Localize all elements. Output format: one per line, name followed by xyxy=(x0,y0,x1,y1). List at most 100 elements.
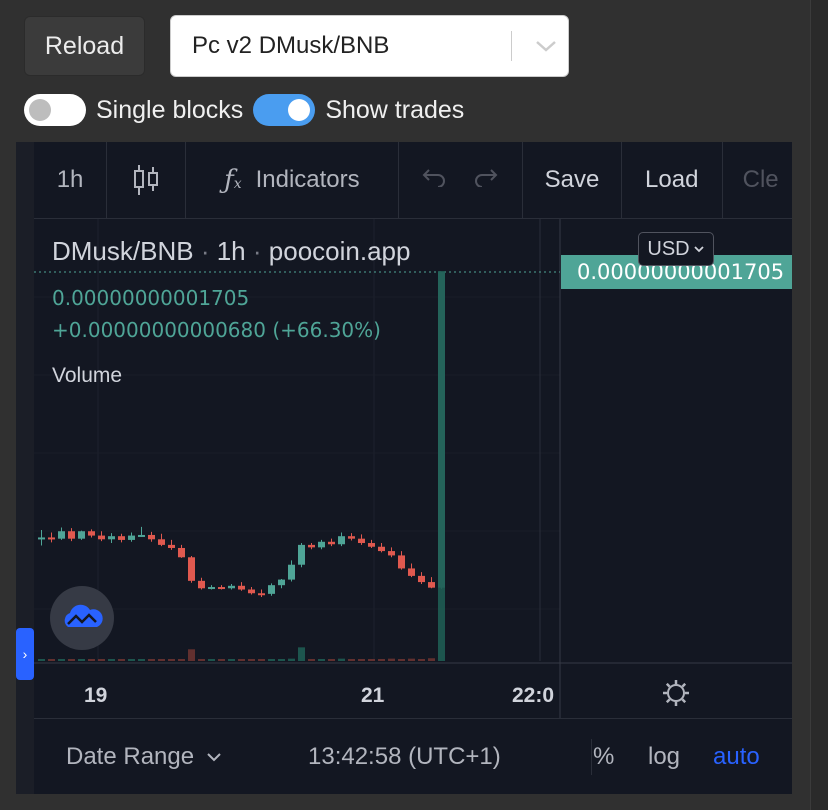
indicators-label: Indicators xyxy=(255,166,360,193)
window-edge xyxy=(810,0,828,810)
candle-body xyxy=(138,534,145,537)
volume-bar xyxy=(438,271,445,661)
volume-bar xyxy=(348,659,355,661)
volume-bar xyxy=(238,659,245,661)
reload-button[interactable]: Reload xyxy=(24,16,145,76)
interval-button[interactable]: 1h xyxy=(34,142,108,218)
auto-scale-toggle[interactable]: auto xyxy=(713,719,760,795)
volume-bar xyxy=(408,658,415,661)
volume-bar xyxy=(358,659,365,661)
select-divider xyxy=(511,31,512,61)
candle-body xyxy=(408,568,415,576)
candle-body xyxy=(158,539,165,545)
candle-body xyxy=(218,587,225,590)
legend-separator: · xyxy=(200,236,210,266)
show-trades-label: Show trades xyxy=(325,95,465,124)
load-button[interactable]: Load xyxy=(622,142,723,218)
candle-body xyxy=(68,531,75,539)
time-axis-label-19: 19 xyxy=(84,684,108,707)
candle-body xyxy=(48,537,55,540)
volume-legend-label: Volume xyxy=(52,364,123,387)
expand-panel-handle[interactable]: › xyxy=(16,628,34,680)
candle-body xyxy=(298,544,305,565)
candle-body xyxy=(188,557,195,581)
candle-body xyxy=(388,551,395,556)
show-trades-toggle[interactable] xyxy=(253,94,316,126)
candle-body xyxy=(88,531,95,536)
chevron-down-icon xyxy=(693,246,704,253)
candle-body xyxy=(98,535,105,540)
settings-gear-icon[interactable] xyxy=(661,678,691,708)
currency-selector[interactable]: USD xyxy=(638,232,714,266)
candle-body xyxy=(148,534,155,540)
candle-body xyxy=(118,536,125,540)
toggle-row: Single blocks Show trades xyxy=(24,92,474,128)
candle-body xyxy=(128,535,135,540)
volume-bar xyxy=(108,659,115,661)
legend-separator: · xyxy=(252,236,262,266)
single-blocks-toggle[interactable] xyxy=(24,94,86,126)
volume-bar xyxy=(208,659,215,661)
time-axis-label-21: 21 xyxy=(361,684,385,707)
volume-bar xyxy=(228,659,235,661)
volume-bar xyxy=(58,659,65,661)
candle-body xyxy=(308,544,315,548)
candlestick-icon[interactable] xyxy=(107,142,187,218)
volume-bar xyxy=(388,658,395,661)
volume-bar xyxy=(198,659,205,661)
volume-bar xyxy=(248,659,255,661)
volume-bar xyxy=(368,659,375,661)
volume-bar xyxy=(118,659,125,661)
tradingview-logo-icon[interactable] xyxy=(50,586,114,650)
log-scale-toggle[interactable]: log xyxy=(648,719,680,795)
undo-icon[interactable] xyxy=(421,166,447,194)
volume-bar xyxy=(178,659,185,661)
volume-bar xyxy=(98,659,105,661)
percent-scale-toggle[interactable]: % xyxy=(593,719,614,795)
candle-body xyxy=(418,575,425,583)
volume-bar xyxy=(138,659,145,661)
indicators-button[interactable]: ƒx Indicators xyxy=(186,142,399,218)
date-range-label: Date Range xyxy=(66,743,195,770)
candle-body xyxy=(428,582,435,588)
pair-select-value: Pc v2 DMusk/BNB xyxy=(192,32,390,59)
redo-icon[interactable] xyxy=(473,166,499,194)
volume-bar xyxy=(168,659,175,661)
clock-display[interactable]: 13:42:58 (UTC+1) xyxy=(308,719,501,795)
volume-bar xyxy=(308,659,315,661)
volume-bar xyxy=(338,658,345,661)
candle-body xyxy=(288,564,295,580)
volume-bar xyxy=(188,649,195,661)
volume-bar xyxy=(68,659,75,661)
clear-button[interactable]: Cle xyxy=(723,142,792,218)
chart-left-gutter xyxy=(16,142,34,794)
candle-body xyxy=(198,580,205,589)
chevron-down-icon[interactable] xyxy=(524,39,568,53)
volume-bar xyxy=(148,659,155,661)
candle-body xyxy=(178,547,185,558)
chart-legend-title: DMusk/BNB · 1h · poocoin.app xyxy=(52,236,410,267)
candle-body xyxy=(238,585,245,590)
time-axis-label-22: 22:0 xyxy=(512,684,555,707)
candle-body xyxy=(328,541,335,545)
pair-select[interactable]: Pc v2 DMusk/BNB xyxy=(170,15,569,77)
toggle-knob xyxy=(29,99,51,121)
candle-body xyxy=(338,536,345,545)
undo-redo-group xyxy=(399,142,524,218)
chevron-down-icon xyxy=(207,753,221,762)
volume-bar xyxy=(218,659,225,661)
candle-body xyxy=(228,585,235,589)
save-button[interactable]: Save xyxy=(523,142,622,218)
volume-bar xyxy=(88,659,95,661)
volume-bar xyxy=(328,659,335,661)
candle-body xyxy=(268,585,275,594)
volume-bar xyxy=(378,659,385,661)
toggle-knob xyxy=(288,99,311,121)
candle-body xyxy=(378,546,385,552)
candle-body xyxy=(258,593,265,596)
legend-symbol: DMusk/BNB xyxy=(52,236,194,266)
candle-body xyxy=(168,544,175,548)
chart-toolbar: 1h ƒx Indicators Save Load Cle xyxy=(34,142,792,219)
date-range-button[interactable]: Date Range xyxy=(66,719,222,795)
legend-interval: 1h xyxy=(216,236,246,266)
